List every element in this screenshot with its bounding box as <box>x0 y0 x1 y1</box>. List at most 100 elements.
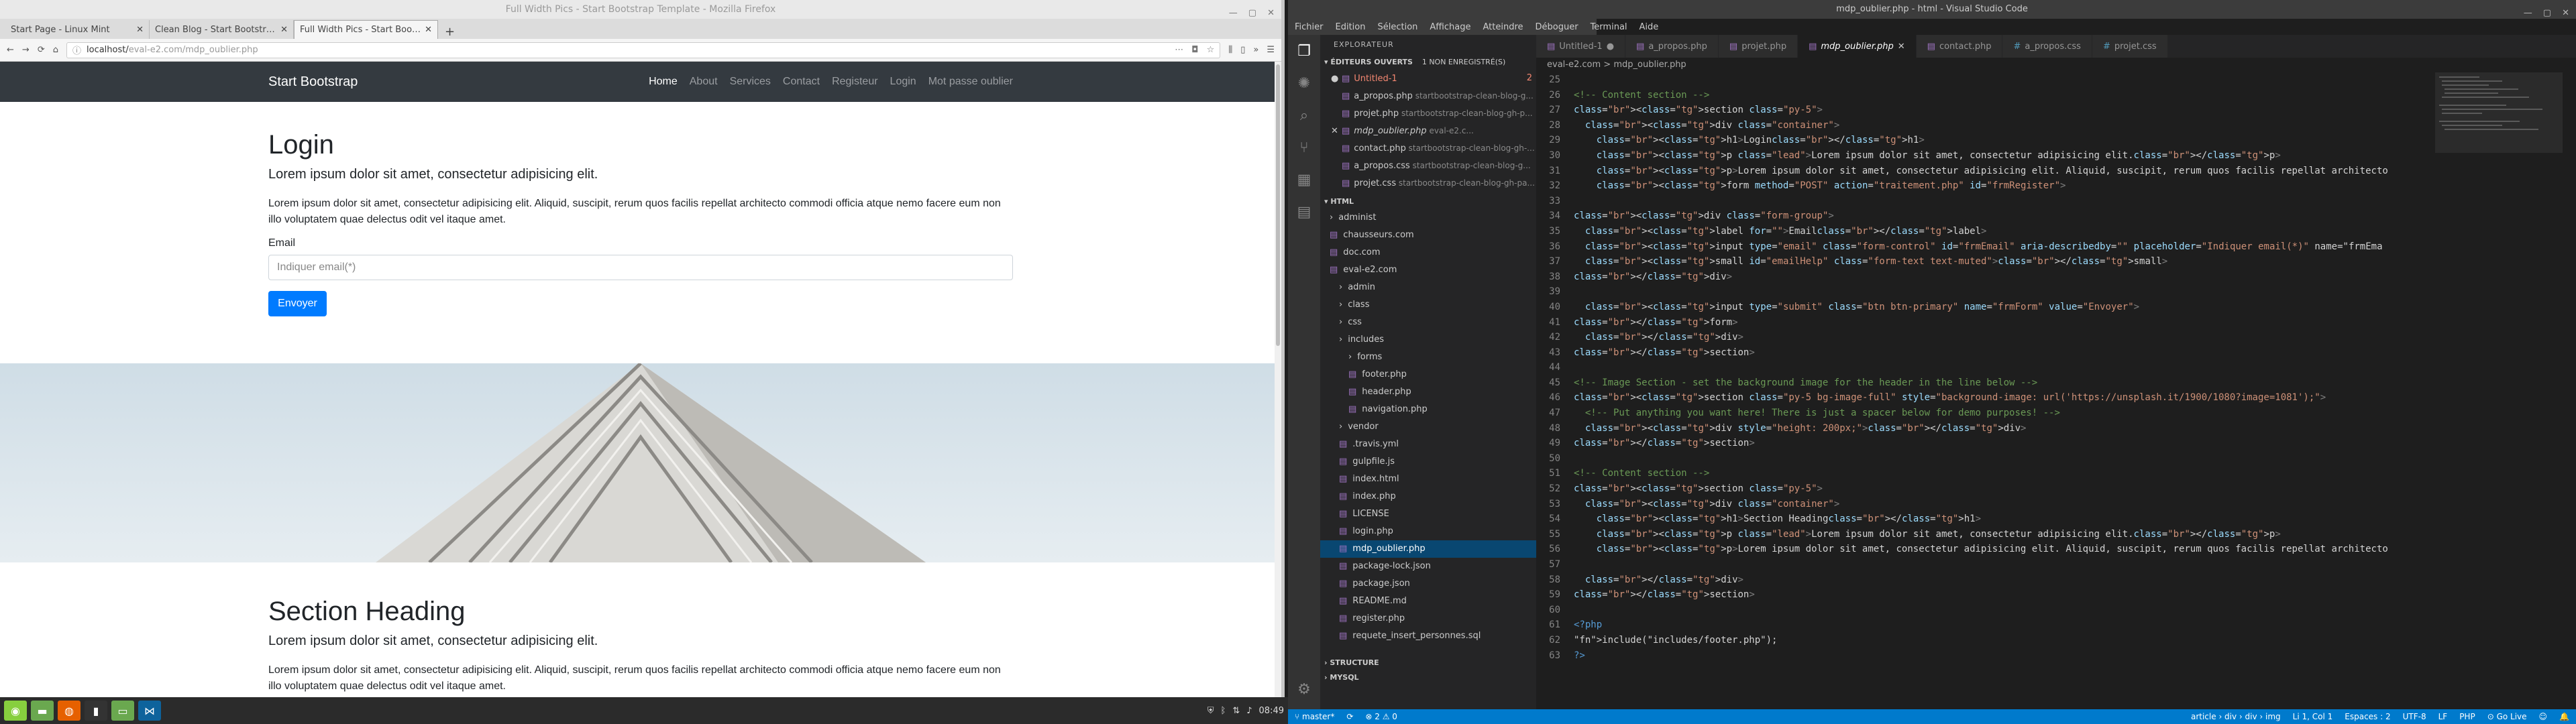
shield-icon[interactable]: ⛨ <box>1208 706 1214 716</box>
file-tree-item[interactable]: ▤ login.php <box>1320 523 1536 540</box>
open-editor-item[interactable]: ▤ projet.css startbootstrap-clean-blog-gh… <box>1320 174 1536 192</box>
close-icon[interactable]: ✕ <box>2562 4 2569 23</box>
file-tree-item[interactable]: ▤ index.php <box>1320 488 1536 505</box>
email-field[interactable]: Indiquer email(*) <box>268 255 1013 280</box>
close-icon[interactable]: ✕ <box>1267 4 1275 23</box>
file-tree-item[interactable]: ▤ README.md <box>1320 593 1536 610</box>
file-tree-item[interactable]: ▤ doc.com <box>1320 244 1536 261</box>
nav-register[interactable]: Registeur <box>832 76 877 88</box>
open-editor-item[interactable]: ● ▤ Untitled-1 2 <box>1320 70 1536 87</box>
network-icon[interactable]: ⇅ <box>1232 706 1240 716</box>
open-editor-item[interactable]: ▤ a_propos.php startbootstrap-clean-blog-… <box>1320 87 1536 105</box>
file-tree-item[interactable]: ▤ LICENSE <box>1320 505 1536 523</box>
file-tree-item[interactable]: › forms <box>1320 349 1536 366</box>
new-tab-icon[interactable]: + <box>438 25 462 39</box>
file-tree-item[interactable]: › class <box>1320 296 1536 314</box>
back-icon[interactable]: ← <box>7 45 14 55</box>
maximize-icon[interactable]: ▢ <box>2543 4 2551 23</box>
sync-icon[interactable]: ⟳ <box>1346 712 1353 721</box>
debug-bug-icon[interactable]: ✺ <box>1288 67 1320 99</box>
open-editors-header[interactable]: ▾ ÉDITEURS OUVERTS 1 NON ENREGISTRÉ(S) <box>1320 55 1536 70</box>
nav-about[interactable]: About <box>690 76 718 88</box>
site-brand[interactable]: Start Bootstrap <box>268 74 358 90</box>
browser-tab[interactable]: Clean Blog - Start Bootstrap The...✕ <box>150 20 294 39</box>
open-editor-item[interactable]: ▤ contact.php startbootstrap-clean-blog-g… <box>1320 139 1536 157</box>
forward-icon[interactable]: → <box>22 45 30 55</box>
editor-tab[interactable]: # a_propos.css <box>2002 35 2092 58</box>
close-tab-icon[interactable]: ✕ <box>425 25 432 35</box>
sidebar-icon[interactable]: ▯ <box>1240 45 1245 55</box>
file-tree-item[interactable]: ▤ requete_insert_personnes.sql <box>1320 627 1536 645</box>
overflow-icon[interactable]: » <box>1253 45 1258 55</box>
file-tree-item[interactable]: ▤ chausseurs.com <box>1320 227 1536 244</box>
terminal-icon[interactable]: ▮ <box>85 701 107 721</box>
menu-go[interactable]: Atteindre <box>1483 22 1523 32</box>
file-tree-item[interactable]: ▤ navigation.php <box>1320 401 1536 418</box>
nav-services[interactable]: Services <box>730 76 771 88</box>
editor-tab[interactable]: # projet.css <box>2092 35 2168 58</box>
url-bar[interactable]: ⓘ localhost/eval-e2.com/mdp_oublier.php … <box>66 42 1221 58</box>
show-desktop-icon[interactable]: ▬ <box>31 701 54 721</box>
notifications-icon[interactable]: 🔔 <box>2559 712 2569 721</box>
breadcrumb-file[interactable]: mdp_oublier.php <box>1613 60 1686 70</box>
firefox-icon[interactable]: ◍ <box>58 701 80 721</box>
problems-status[interactable]: ⊗ 2 ⚠ 0 <box>1365 712 1397 721</box>
branch-status[interactable]: ⑂ master* <box>1295 712 1334 721</box>
open-editor-item[interactable]: ▤ projet.php startbootstrap-clean-blog-gh… <box>1320 105 1536 122</box>
open-editor-item[interactable]: ▤ a_propos.css startbootstrap-clean-blog-… <box>1320 157 1536 174</box>
browser-tab[interactable]: Start Page - Linux Mint ✕ <box>5 20 150 39</box>
file-tree-item[interactable]: › css <box>1320 314 1536 331</box>
files-icon[interactable]: ▭ <box>111 701 134 721</box>
info-icon[interactable]: ⓘ <box>72 44 81 56</box>
html-folder-header[interactable]: ▾ HTML <box>1320 194 1536 209</box>
unsaved-dot-icon[interactable]: ● <box>1607 42 1614 52</box>
library-icon[interactable]: ⫼ <box>1228 45 1232 55</box>
file-tree-item[interactable]: ▤ eval-e2.com <box>1320 261 1536 279</box>
clock[interactable]: 08:49 <box>1259 706 1284 716</box>
go-live-button[interactable]: ⊙ Go Live <box>2487 712 2527 721</box>
scrollbar-thumb[interactable] <box>1276 64 1280 346</box>
remote-explorer-icon[interactable]: ▤ <box>1288 196 1320 228</box>
page-scrollbar[interactable] <box>1275 62 1281 697</box>
nav-home[interactable]: Home <box>649 76 678 88</box>
nav-forgot-password[interactable]: Mot passe oublier <box>928 76 1013 88</box>
file-tree-item[interactable]: ▤ .travis.yml <box>1320 436 1536 453</box>
file-tree-item[interactable]: ▤ register.php <box>1320 610 1536 627</box>
vscode-icon[interactable]: ⋈ <box>138 701 161 721</box>
menu-view[interactable]: Affichage <box>1430 22 1470 32</box>
file-tree-item[interactable]: › vendor <box>1320 418 1536 436</box>
file-tree-item[interactable]: ▤ mdp_oublier.php <box>1320 540 1536 558</box>
file-tree-item[interactable]: ▤ header.php <box>1320 383 1536 401</box>
menu-edit[interactable]: Edition <box>1336 22 1366 32</box>
menu-start-icon[interactable]: ◉ <box>4 701 27 721</box>
settings-gear-icon[interactable]: ⚙ <box>1288 673 1320 705</box>
line-ending[interactable]: LF <box>2438 712 2448 721</box>
bluetooth-icon[interactable]: ᛒ <box>1221 706 1226 716</box>
cursor-position[interactable]: Li 1, Col 1 <box>2293 712 2333 721</box>
open-editor-item[interactable]: ✕ ▤ mdp_oublier.php eval-e2.c... <box>1320 122 1536 139</box>
feedback-icon[interactable]: ☺ <box>2539 712 2548 721</box>
source-control-icon[interactable]: ⑂ <box>1288 131 1320 164</box>
maximize-icon[interactable]: ▢ <box>1248 4 1256 23</box>
unsaved-dot-icon[interactable]: ● <box>1331 70 1342 87</box>
menu-selection[interactable]: Sélection <box>1377 22 1417 32</box>
browser-tab-active[interactable]: Full Width Pics - Start Bootstrap T... ✕ <box>294 20 438 39</box>
file-tree-item[interactable]: ▤ package.json <box>1320 575 1536 593</box>
file-tree-item[interactable]: ▤ index.html <box>1320 471 1536 488</box>
close-file-icon[interactable]: ✕ <box>1331 123 1342 139</box>
menu-debug[interactable]: Déboguer <box>1536 22 1578 32</box>
editor-tab[interactable]: ▤ projet.php <box>1718 35 1799 58</box>
submit-button[interactable]: Envoyer <box>268 291 327 316</box>
nav-contact[interactable]: Contact <box>783 76 820 88</box>
nav-login[interactable]: Login <box>890 76 916 88</box>
home-icon[interactable]: ⌂ <box>53 45 58 55</box>
minimize-icon[interactable]: — <box>2524 4 2532 23</box>
close-tab-icon[interactable]: ✕ <box>1898 42 1905 52</box>
explorer-icon[interactable]: ❐ <box>1288 35 1320 67</box>
mysql-header[interactable]: › MYSQL <box>1320 670 1536 685</box>
minimap[interactable] <box>2435 72 2563 703</box>
minimize-icon[interactable]: — <box>1229 4 1238 23</box>
file-tree-item[interactable]: › admin <box>1320 279 1536 296</box>
file-tree-item[interactable]: ▤ gulpfile.js <box>1320 453 1536 471</box>
editor-tab[interactable]: ▤ Untitled-1 ● <box>1536 35 1626 58</box>
